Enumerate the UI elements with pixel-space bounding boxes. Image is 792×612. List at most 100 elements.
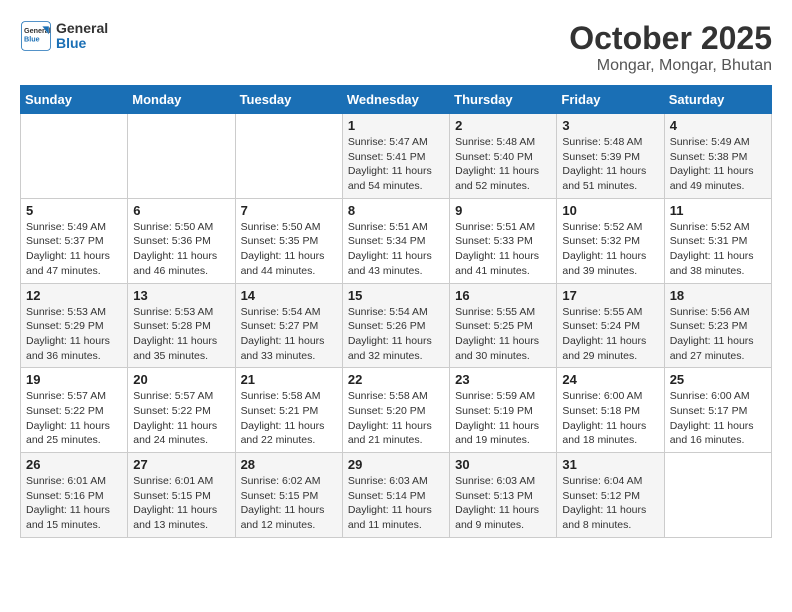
day-info: Sunrise: 5:52 AM Sunset: 5:31 PM Dayligh…	[670, 220, 766, 279]
day-number: 15	[348, 288, 444, 303]
day-number: 9	[455, 203, 551, 218]
day-cell: 13Sunrise: 5:53 AM Sunset: 5:28 PM Dayli…	[128, 283, 235, 368]
day-cell: 31 Sunrise: 6:04 AM Sunset: 5:12 PM Dayli…	[557, 453, 664, 538]
day-info: Sunrise: 5:50 AM Sunset: 5:36 PM Dayligh…	[133, 220, 229, 279]
day-number: 14	[241, 288, 337, 303]
logo: General Blue General Blue	[20, 20, 108, 52]
day-cell: 19 Sunrise: 5:57 AM Sunset: 5:22 PM Dayli…	[21, 368, 128, 453]
day-number: 19	[26, 372, 122, 387]
week-row-5: 26 Sunrise: 6:01 AM Sunset: 5:16 PM Dayli…	[21, 453, 772, 538]
week-row-3: 12 Sunrise: 5:53 AM Sunset: 5:29 PM Dayli…	[21, 283, 772, 368]
day-number: 17	[562, 288, 658, 303]
day-number: 28	[241, 457, 337, 472]
day-number: 29	[348, 457, 444, 472]
day-info: Sunrise: 6:01 AM Sunset: 5:16 PM Dayligh…	[26, 474, 122, 533]
day-number: 22	[348, 372, 444, 387]
week-row-4: 19 Sunrise: 5:57 AM Sunset: 5:22 PM Dayli…	[21, 368, 772, 453]
day-info: Sunrise: 5:57 AM Sunset: 5:22 PM Dayligh…	[26, 389, 122, 448]
day-info: Sunrise: 5:58 AM Sunset: 5:20 PM Dayligh…	[348, 389, 444, 448]
calendar-header: SundayMondayTuesdayWednesdayThursdayFrid…	[21, 86, 772, 114]
header-tuesday: Tuesday	[235, 86, 342, 114]
day-cell: 21 Sunrise: 5:58 AM Sunset: 5:21 PM Dayli…	[235, 368, 342, 453]
day-info: Sunrise: 5:52 AM Sunset: 5:32 PM Dayligh…	[562, 220, 658, 279]
day-cell: 11 Sunrise: 5:52 AM Sunset: 5:31 PM Dayli…	[664, 198, 771, 283]
day-cell: 14 Sunrise: 5:54 AM Sunset: 5:27 PM Dayli…	[235, 283, 342, 368]
day-number: 27	[133, 457, 229, 472]
day-cell	[235, 114, 342, 199]
day-number: 31	[562, 457, 658, 472]
day-cell: 5 Sunrise: 5:49 AM Sunset: 5:37 PM Daylig…	[21, 198, 128, 283]
day-number: 18	[670, 288, 766, 303]
day-info: Sunrise: 5:58 AM Sunset: 5:21 PM Dayligh…	[241, 389, 337, 448]
day-info: Sunrise: 6:04 AM Sunset: 5:12 PM Dayligh…	[562, 474, 658, 533]
day-info: Sunrise: 5:53 AM Sunset: 5:29 PM Dayligh…	[26, 305, 122, 364]
day-cell: 25 Sunrise: 6:00 AM Sunset: 5:17 PM Dayli…	[664, 368, 771, 453]
day-info: Sunrise: 5:49 AM Sunset: 5:37 PM Dayligh…	[26, 220, 122, 279]
day-cell: 10 Sunrise: 5:52 AM Sunset: 5:32 PM Dayli…	[557, 198, 664, 283]
week-row-1: 1 Sunrise: 5:47 AM Sunset: 5:41 PM Daylig…	[21, 114, 772, 199]
day-cell: 26 Sunrise: 6:01 AM Sunset: 5:16 PM Dayli…	[21, 453, 128, 538]
day-number: 20	[133, 372, 229, 387]
header-saturday: Saturday	[664, 86, 771, 114]
main-title: October 2025	[569, 20, 772, 57]
day-cell: 18 Sunrise: 5:56 AM Sunset: 5:23 PM Dayli…	[664, 283, 771, 368]
day-cell: 16 Sunrise: 5:55 AM Sunset: 5:25 PM Dayli…	[450, 283, 557, 368]
day-cell: 27Sunrise: 6:01 AM Sunset: 5:15 PM Dayli…	[128, 453, 235, 538]
day-info: Sunrise: 6:03 AM Sunset: 5:13 PM Dayligh…	[455, 474, 551, 533]
day-number: 4	[670, 118, 766, 133]
header-thursday: Thursday	[450, 86, 557, 114]
day-number: 25	[670, 372, 766, 387]
day-info: Sunrise: 5:54 AM Sunset: 5:27 PM Dayligh…	[241, 305, 337, 364]
day-cell: 15 Sunrise: 5:54 AM Sunset: 5:26 PM Dayli…	[342, 283, 449, 368]
week-row-2: 5 Sunrise: 5:49 AM Sunset: 5:37 PM Daylig…	[21, 198, 772, 283]
day-number: 13	[133, 288, 229, 303]
day-number: 5	[26, 203, 122, 218]
logo-icon: General Blue	[20, 20, 52, 52]
day-cell	[128, 114, 235, 199]
calendar-table: SundayMondayTuesdayWednesdayThursdayFrid…	[20, 85, 772, 538]
day-cell: 2Sunrise: 5:48 AM Sunset: 5:40 PM Daylig…	[450, 114, 557, 199]
header-sunday: Sunday	[21, 86, 128, 114]
day-number: 30	[455, 457, 551, 472]
day-cell: 8 Sunrise: 5:51 AM Sunset: 5:34 PM Daylig…	[342, 198, 449, 283]
day-number: 6	[133, 203, 229, 218]
day-number: 26	[26, 457, 122, 472]
day-info: Sunrise: 5:49 AM Sunset: 5:38 PM Dayligh…	[670, 135, 766, 194]
header-wednesday: Wednesday	[342, 86, 449, 114]
day-number: 11	[670, 203, 766, 218]
day-cell	[21, 114, 128, 199]
day-info: Sunrise: 6:02 AM Sunset: 5:15 PM Dayligh…	[241, 474, 337, 533]
day-info: Sunrise: 5:54 AM Sunset: 5:26 PM Dayligh…	[348, 305, 444, 364]
day-cell: 6 Sunrise: 5:50 AM Sunset: 5:36 PM Daylig…	[128, 198, 235, 283]
day-info: Sunrise: 6:00 AM Sunset: 5:17 PM Dayligh…	[670, 389, 766, 448]
day-cell: 7Sunrise: 5:50 AM Sunset: 5:35 PM Daylig…	[235, 198, 342, 283]
day-info: Sunrise: 5:55 AM Sunset: 5:24 PM Dayligh…	[562, 305, 658, 364]
sub-title: Mongar, Mongar, Bhutan	[569, 57, 772, 75]
day-number: 3	[562, 118, 658, 133]
day-info: Sunrise: 5:51 AM Sunset: 5:34 PM Dayligh…	[348, 220, 444, 279]
day-number: 24	[562, 372, 658, 387]
day-cell: 24Sunrise: 6:00 AM Sunset: 5:18 PM Dayli…	[557, 368, 664, 453]
day-cell: 29 Sunrise: 6:03 AM Sunset: 5:14 PM Dayli…	[342, 453, 449, 538]
day-info: Sunrise: 5:59 AM Sunset: 5:19 PM Dayligh…	[455, 389, 551, 448]
day-number: 21	[241, 372, 337, 387]
day-number: 23	[455, 372, 551, 387]
day-info: Sunrise: 6:03 AM Sunset: 5:14 PM Dayligh…	[348, 474, 444, 533]
day-number: 12	[26, 288, 122, 303]
day-number: 16	[455, 288, 551, 303]
calendar-body: 1 Sunrise: 5:47 AM Sunset: 5:41 PM Daylig…	[21, 114, 772, 538]
day-number: 1	[348, 118, 444, 133]
day-info: Sunrise: 5:56 AM Sunset: 5:23 PM Dayligh…	[670, 305, 766, 364]
day-cell: 23 Sunrise: 5:59 AM Sunset: 5:19 PM Dayli…	[450, 368, 557, 453]
day-info: Sunrise: 5:50 AM Sunset: 5:35 PM Dayligh…	[241, 220, 337, 279]
logo-text-line2: Blue	[56, 36, 108, 51]
day-cell: 28 Sunrise: 6:02 AM Sunset: 5:15 PM Dayli…	[235, 453, 342, 538]
day-info: Sunrise: 5:55 AM Sunset: 5:25 PM Dayligh…	[455, 305, 551, 364]
header-monday: Monday	[128, 86, 235, 114]
day-number: 10	[562, 203, 658, 218]
day-info: Sunrise: 5:47 AM Sunset: 5:41 PM Dayligh…	[348, 135, 444, 194]
title-area: October 2025 Mongar, Mongar, Bhutan	[569, 20, 772, 75]
day-number: 8	[348, 203, 444, 218]
day-cell: 3Sunrise: 5:48 AM Sunset: 5:39 PM Daylig…	[557, 114, 664, 199]
day-cell: 22 Sunrise: 5:58 AM Sunset: 5:20 PM Dayli…	[342, 368, 449, 453]
